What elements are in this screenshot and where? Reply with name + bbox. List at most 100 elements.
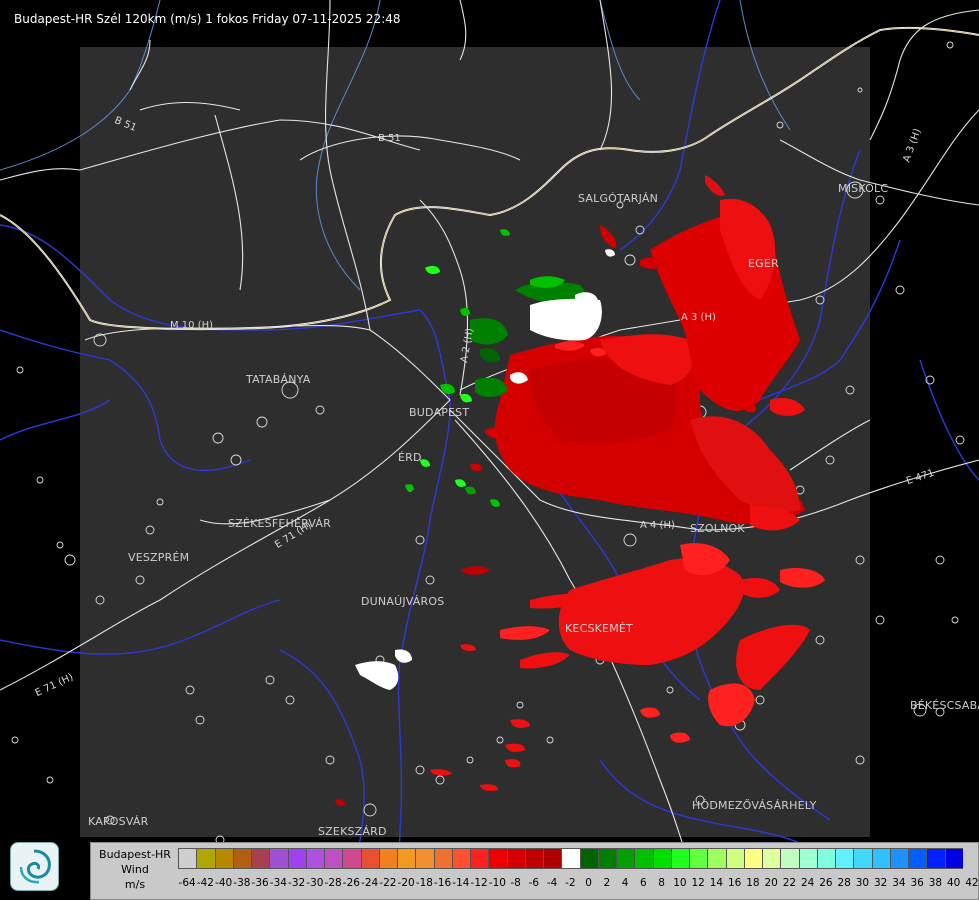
legend-tick-label: -32 bbox=[288, 877, 306, 889]
legend-tick-label: 32 bbox=[873, 877, 888, 889]
legend-swatch bbox=[798, 848, 817, 869]
legend-swatch bbox=[634, 848, 653, 869]
legend-tick-label: -42 bbox=[196, 877, 214, 889]
legend-swatch bbox=[597, 848, 616, 869]
city-label: EGER bbox=[748, 257, 779, 270]
legend-swatch bbox=[251, 848, 270, 869]
road-label: B 51 bbox=[378, 133, 401, 144]
legend-swatch bbox=[762, 848, 781, 869]
legend-swatch bbox=[780, 848, 799, 869]
road-label: A 3 (H) bbox=[681, 312, 716, 323]
legend-tick-label: 22 bbox=[782, 877, 797, 889]
legend-tick-label: -38 bbox=[233, 877, 251, 889]
legend-tick-label: -22 bbox=[379, 877, 397, 889]
legend-tick-label: -16 bbox=[434, 877, 452, 889]
legend-tick-label: -40 bbox=[215, 877, 233, 889]
legend-tick-label: -34 bbox=[269, 877, 287, 889]
legend-swatch bbox=[689, 848, 708, 869]
legend-title-line: Budapest-HR bbox=[99, 848, 171, 861]
legend-swatch bbox=[397, 848, 416, 869]
city-label: TATABÁNYA bbox=[246, 373, 311, 386]
city-label: MISKOLC bbox=[838, 182, 889, 195]
legend-tick-label: -10 bbox=[488, 877, 506, 889]
city-label: BUDAPEST bbox=[409, 406, 470, 419]
legend-tick-label: 18 bbox=[746, 877, 760, 889]
legend-tick-label: 26 bbox=[819, 877, 833, 889]
legend-swatch bbox=[835, 848, 854, 869]
legend-tick-label: -18 bbox=[415, 877, 433, 889]
city-label: BÉKÉSCSABA bbox=[910, 699, 979, 712]
legend-tick-label: -20 bbox=[397, 877, 415, 889]
legend-swatch bbox=[524, 848, 543, 869]
legend-tick-label: 10 bbox=[673, 877, 687, 889]
omsz-logo bbox=[10, 842, 59, 891]
legend-tick-label: -24 bbox=[361, 877, 379, 889]
road-label: A 4 (H) bbox=[640, 520, 675, 531]
legend-swatch bbox=[944, 848, 963, 869]
city-label: KECSKEMÉT bbox=[565, 622, 633, 635]
legend-tick-label: -14 bbox=[452, 877, 470, 889]
legend-tick-label: -36 bbox=[251, 877, 269, 889]
legend-tick-label: 20 bbox=[764, 877, 778, 889]
city-label: SZEKSZÁRD bbox=[318, 825, 387, 838]
legend-tick-label: -6 bbox=[528, 877, 540, 889]
legend-swatch bbox=[616, 848, 635, 869]
legend-tick-label: 4 bbox=[621, 877, 629, 889]
legend-swatch bbox=[269, 848, 288, 869]
legend-tick-label: 0 bbox=[585, 877, 592, 889]
legend-swatch bbox=[725, 848, 744, 869]
legend-tick-label: 36 bbox=[910, 877, 924, 889]
legend-tick-label: 24 bbox=[800, 877, 815, 889]
legend-tick-label: -28 bbox=[324, 877, 342, 889]
legend-swatch bbox=[378, 848, 397, 869]
legend-tick-label: 42 bbox=[965, 877, 979, 889]
legend-swatch bbox=[853, 848, 872, 869]
legend-swatch bbox=[561, 848, 580, 869]
legend-swatch bbox=[178, 848, 197, 869]
legend-tick-label: 2 bbox=[603, 877, 611, 889]
legend-swatch bbox=[889, 848, 908, 869]
legend-swatch bbox=[908, 848, 927, 869]
city-label: HÓDMEZŐVÁSÁRHELY bbox=[692, 799, 817, 812]
legend-swatch bbox=[305, 848, 324, 869]
radar-map bbox=[0, 0, 979, 900]
city-label: SALGÓTARJÁN bbox=[578, 192, 659, 205]
city-label: KAPOSVÁR bbox=[88, 815, 149, 828]
city-label: VESZPRÉM bbox=[128, 551, 190, 564]
legend-swatch bbox=[196, 848, 215, 869]
city-label: DUNAÚJVÁROS bbox=[361, 595, 445, 608]
legend-swatch bbox=[451, 848, 470, 869]
legend-tick-label: 28 bbox=[837, 877, 851, 889]
legend-swatch bbox=[470, 848, 489, 869]
legend-swatch bbox=[433, 848, 452, 869]
legend-swatch bbox=[652, 848, 671, 869]
legend-swatch bbox=[360, 848, 379, 869]
legend-swatch bbox=[579, 848, 598, 869]
legend-tick-label: -2 bbox=[565, 877, 576, 889]
legend-swatches bbox=[178, 848, 963, 869]
legend-tick-label: 40 bbox=[946, 877, 961, 889]
legend-tick-label: -30 bbox=[306, 877, 324, 889]
legend-tick-label: 38 bbox=[928, 877, 943, 889]
velocity-legend: Budapest-HR Wind m/s -64 -42 -40 -38 -36 -34-… bbox=[90, 842, 979, 900]
legend-swatch bbox=[324, 848, 343, 869]
legend-swatch bbox=[287, 848, 306, 869]
legend-swatch bbox=[816, 848, 835, 869]
legend-tick-label: 34 bbox=[892, 877, 906, 889]
legend-tick-label: 30 bbox=[855, 877, 870, 889]
legend-swatch bbox=[871, 848, 890, 869]
legend-tick-label: -26 bbox=[342, 877, 360, 889]
legend-swatch bbox=[743, 848, 762, 869]
legend-swatch bbox=[232, 848, 251, 869]
legend-tick-label: 16 bbox=[727, 877, 742, 889]
legend-swatch bbox=[506, 848, 525, 869]
legend-tick-label: 8 bbox=[658, 877, 665, 889]
legend-swatch bbox=[707, 848, 726, 869]
legend-swatch bbox=[670, 848, 689, 869]
map-title: Budapest-HR Szél 120km (m/s) 1 fokos Fri… bbox=[14, 12, 401, 26]
legend-tick-label: -4 bbox=[546, 877, 558, 889]
legend-swatch bbox=[342, 848, 361, 869]
legend-title-line: m/s bbox=[124, 878, 146, 891]
legend-swatch bbox=[214, 848, 233, 869]
legend-swatch bbox=[488, 848, 507, 869]
